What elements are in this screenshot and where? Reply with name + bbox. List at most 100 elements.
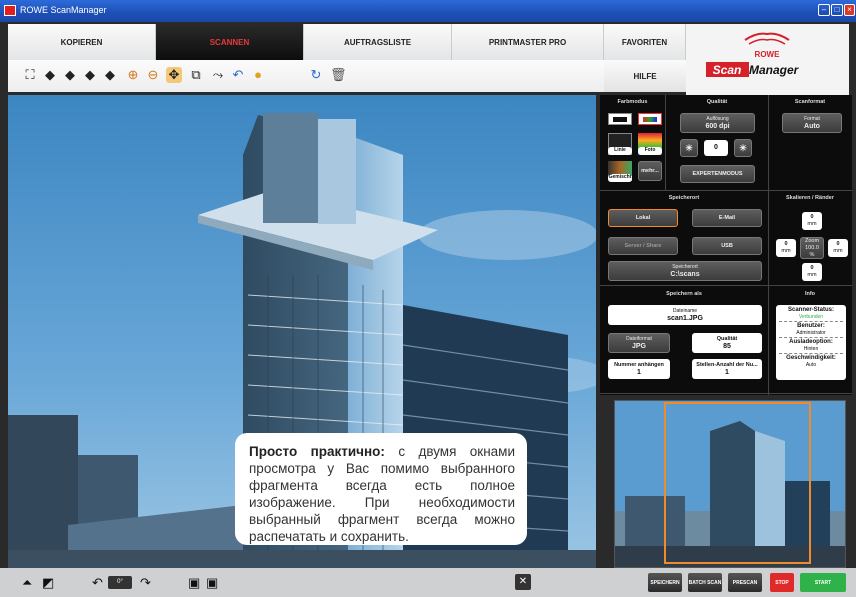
skalieren-title: Skalieren / Ränder [786, 195, 834, 201]
speicherort-path-button[interactable]: Speicherort C:\scans [608, 261, 762, 281]
margin-bottom-field[interactable]: 0 mm [802, 263, 822, 281]
zoom-field[interactable]: Zoom 100.0 % [800, 237, 824, 259]
arrow-right-icon[interactable]: ◆ [62, 67, 78, 83]
stop-button[interactable]: STOP [770, 573, 794, 592]
measure-icon[interactable]: ⤳ [210, 67, 226, 83]
aufloesung-value: 600 dpi [705, 123, 730, 130]
pages-icon[interactable]: ▣ [206, 575, 218, 591]
callout-text: с двумя окнами просмотра у Вас помимо вы… [249, 444, 515, 544]
select-all-icon[interactable]: ⛶ [22, 67, 38, 83]
margin-right-unit: mm [833, 248, 843, 254]
prescan-button[interactable]: PRESCAN [728, 573, 762, 592]
brightness-value: 0 [704, 140, 728, 156]
qualitat-title: Qualität [706, 99, 728, 105]
margin-top-value: 0 [810, 214, 814, 220]
page-icon[interactable]: ▣ [188, 575, 200, 591]
expertenmodus-button[interactable]: EXPERTENMODUS [680, 165, 755, 183]
qualitaet-value: 85 [723, 343, 731, 350]
preview-image [615, 401, 845, 567]
format-button[interactable]: Format Auto [782, 113, 842, 133]
margin-left-unit: mm [781, 248, 791, 254]
tools-icon[interactable]: ✕ [515, 574, 531, 590]
trash-icon[interactable]: 🗑 [330, 67, 347, 83]
minimize-button[interactable]: – [818, 4, 830, 16]
arrow-down-icon[interactable]: ◆ [102, 67, 118, 83]
undo-icon[interactable]: ↶ [230, 67, 246, 83]
margin-bottom-value: 0 [810, 265, 814, 271]
crop-icon[interactable]: ⧉ [188, 67, 204, 83]
margin-top-field[interactable]: 0 mm [802, 212, 822, 230]
info-box: Scanner-Status: Verbunden Benutzer: Admi… [776, 305, 846, 380]
zoom-in-icon[interactable]: ⊕ [125, 67, 141, 83]
nummer-label: Nummer anhängen [614, 362, 664, 368]
nummer-field[interactable]: Nummer anhängen 1 [608, 359, 670, 379]
invert-icon[interactable]: ◩ [42, 575, 54, 591]
aufloesung-label: Auflösung [706, 116, 729, 122]
rotate-right-icon[interactable]: ↷ [140, 575, 151, 591]
brightness-down-button[interactable]: ☀ [680, 139, 698, 157]
margin-bottom-unit: mm [807, 272, 817, 278]
tab-scannen[interactable]: SCANNEN [156, 24, 304, 60]
rotate-left-icon[interactable]: ↶ [92, 575, 103, 591]
start-button[interactable]: START [800, 573, 846, 592]
lokal-button[interactable]: Lokal [608, 209, 678, 227]
bottom-toolbar: ⏶ ◩ ↶ 0° ↷ ▣ ▣ ✕ SPEICHERN BATCH SCAN PR… [0, 568, 856, 597]
email-button[interactable]: E-Mail [692, 209, 762, 227]
margin-right-field[interactable]: 0 mm [828, 239, 848, 257]
logo-product-a: Scan [713, 63, 742, 77]
nummer-value: 1 [637, 369, 641, 376]
margin-left-field[interactable]: 0 mm [776, 239, 796, 257]
linie-label: Linie [608, 147, 632, 155]
rotation-value[interactable]: 0° [108, 576, 132, 589]
dateiname-label: Dateiname [672, 308, 698, 314]
color-mode-button[interactable] [638, 113, 662, 125]
reload-icon[interactable]: ↻ [308, 67, 324, 83]
gemischt-label: Gemischt [608, 174, 632, 182]
zoom-unit: % [809, 251, 815, 258]
arrow-up-icon[interactable]: ◆ [82, 67, 98, 83]
brightness-up-button[interactable]: ☀ [734, 139, 752, 157]
mehr-button[interactable]: mehr... [638, 161, 662, 181]
dateiname-value: scan1.JPG [667, 315, 703, 322]
tab-printmaster-pro[interactable]: PRINTMASTER PRO [452, 24, 604, 60]
tab-favoriten[interactable]: FAVORITEN [604, 24, 686, 60]
color-icon[interactable]: ● [250, 67, 266, 83]
title-bar: ROWE ScanManager – □ × [0, 0, 856, 22]
qualitaet-field[interactable]: Qualität 85 [692, 333, 762, 353]
stellen-label: Stellen-Anzahl der Nu... [696, 362, 758, 368]
farbmodus-title: Farbmodus [617, 99, 648, 105]
batch-scan-button[interactable]: BATCH SCAN [688, 573, 722, 592]
maximize-button[interactable]: □ [831, 4, 843, 16]
zoom-value: 100.0 [805, 244, 819, 251]
logo-graphic: ROWE Scan Manager [706, 32, 800, 77]
tab-auftragsliste[interactable]: AUFTRAGSLISTE [304, 24, 452, 60]
info-title: Info [804, 291, 816, 297]
usb-button[interactable]: USB [692, 237, 762, 255]
benutzer-value: Administrator [796, 329, 826, 336]
overview-preview[interactable] [614, 400, 846, 568]
speichern-button[interactable]: SPEICHERN [648, 573, 682, 592]
foto-label: Foto [638, 147, 662, 155]
help-button[interactable]: HILFE [604, 60, 686, 92]
fit-icon[interactable]: ✥ [166, 67, 182, 83]
bw-mode-button[interactable] [608, 113, 632, 125]
qualitaet-label: Qualität [716, 336, 738, 342]
aufloesung-button[interactable]: Auflösung 600 dpi [680, 113, 755, 133]
scanformat-title: Scanformat [794, 99, 826, 105]
speicherort-path-value: C:\scans [670, 271, 700, 278]
view-toolbar: ⛶ ◆ ◆ ◆ ◆ ⊕ ⊖ ✥ ⧉ ⤳ ↶ ● ↻ 🗑 [8, 60, 604, 92]
dateiname-field[interactable]: Dateiname scan1.JPG [608, 305, 762, 325]
server-share-button[interactable]: Server / Share [608, 237, 678, 255]
stellen-field[interactable]: Stellen-Anzahl der Nu... 1 [692, 359, 762, 379]
zoom-label: Zoom [804, 237, 820, 244]
tab-kopieren[interactable]: KOPIEREN [8, 24, 156, 60]
settings-panel: Farbmodus Qualität Scanformat Linie Foto… [600, 95, 852, 395]
zoom-out-icon[interactable]: ⊖ [145, 67, 161, 83]
mirror-icon[interactable]: ⏶ [22, 575, 32, 591]
format-value: Auto [804, 123, 820, 130]
callout-bold: Просто практично: [249, 444, 385, 459]
dateiformat-button[interactable]: Dateiformat JPG [608, 333, 670, 353]
arrow-left-icon[interactable]: ◆ [42, 67, 58, 83]
close-button[interactable]: × [844, 4, 855, 16]
margin-right-value: 0 [836, 241, 840, 247]
